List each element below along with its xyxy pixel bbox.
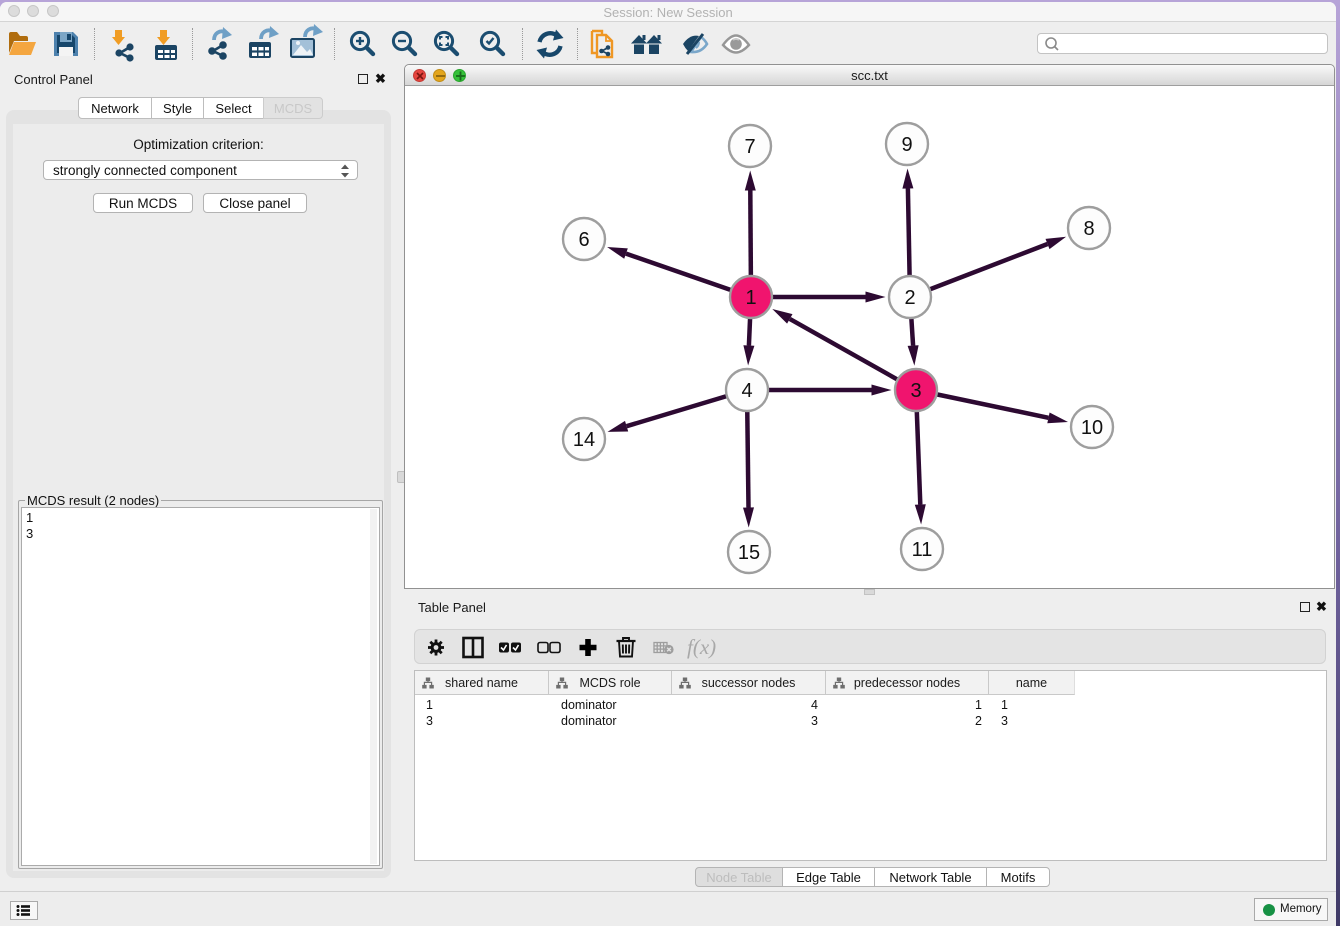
svg-text:11: 11 [912, 539, 933, 561]
svg-text:7: 7 [744, 136, 755, 158]
svg-text:15: 15 [738, 542, 760, 564]
svg-text:f(x): f(x) [687, 635, 716, 659]
svg-text:4: 4 [741, 380, 752, 402]
svg-text:2: 2 [904, 287, 915, 309]
svg-text:10: 10 [1081, 417, 1103, 439]
svg-text:6: 6 [578, 229, 589, 251]
svg-text:9: 9 [901, 134, 912, 156]
svg-text:8: 8 [1083, 218, 1094, 240]
svg-text:14: 14 [573, 429, 595, 451]
svg-text:1: 1 [745, 287, 756, 309]
svg-text:3: 3 [910, 380, 921, 402]
